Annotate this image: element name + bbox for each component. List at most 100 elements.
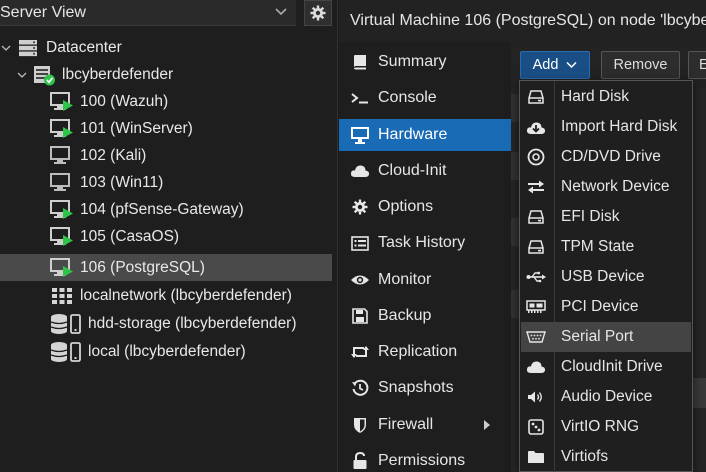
nav-item-label: Cloud-Init	[378, 162, 447, 179]
menu-item-label: TPM State	[561, 238, 635, 255]
pci-card-icon	[521, 297, 551, 317]
nav-item-label: Monitor	[378, 271, 432, 288]
nav-item-label: Hardware	[378, 126, 448, 143]
gear-icon	[310, 5, 326, 21]
menu-item-hard-disk[interactable]: Hard Disk	[521, 82, 691, 112]
add-button-label: Add	[532, 57, 559, 73]
menu-item-cloudinit-drive[interactable]: CloudInit Drive	[521, 352, 691, 382]
terminal-icon	[349, 89, 371, 107]
tree-item-vm-106[interactable]: 106 (PostgreSQL)	[0, 254, 332, 281]
tree-item-label: local (lbcyberdefender)	[88, 342, 246, 360]
menu-item-audio-device[interactable]: Audio Device	[521, 382, 691, 412]
nav-item-replication[interactable]: Replication	[339, 336, 511, 368]
nav-item-label: Summary	[378, 53, 447, 70]
add-hardware-menu: Hard Disk Import Hard Disk CD/DVD Drive …	[519, 80, 693, 472]
tree-item-label: 106 (PostgreSQL)	[80, 258, 205, 276]
menu-item-label: EFI Disk	[561, 208, 620, 225]
storage-icon	[50, 341, 82, 362]
menu-item-efi-disk[interactable]: EFI Disk	[521, 202, 691, 232]
menu-item-virtiofs[interactable]: Virtiofs	[521, 442, 691, 472]
exchange-icon	[521, 177, 551, 197]
page-title-bar: Virtual Machine 106 (PostgreSQL) on node…	[339, 0, 706, 42]
tree-item-label: localnetwork (lbcyberdefender)	[80, 286, 292, 304]
edit-button[interactable]: E	[688, 51, 706, 79]
tree-item-vm-102[interactable]: 102 (Kali)	[0, 142, 332, 169]
menu-item-serial-port[interactable]: Serial Port	[521, 322, 691, 352]
menu-item-label: PCI Device	[561, 298, 639, 315]
menu-item-label: Serial Port	[561, 328, 634, 345]
datacenter-icon	[16, 38, 40, 58]
network-icon	[50, 286, 74, 306]
vm-running-icon	[50, 91, 74, 112]
tree-item-localnetwork[interactable]: localnetwork (lbcyberdefender)	[0, 282, 332, 309]
nav-item-cloud-init[interactable]: Cloud-Init	[339, 155, 511, 187]
tree-item-vm-101[interactable]: 101 (WinServer)	[0, 115, 332, 142]
gear-icon	[349, 198, 371, 216]
cloud-icon	[349, 162, 371, 180]
chevron-down-icon	[275, 8, 287, 16]
nav-item-label: Permissions	[378, 452, 466, 469]
collapse-chevron-icon[interactable]	[0, 42, 12, 54]
resource-tree-panel: Server View Datacenter lbcyberdefender 1…	[0, 0, 338, 472]
tree-item-node[interactable]: lbcyberdefender	[0, 61, 332, 88]
tree-item-vm-100[interactable]: 100 (Wazuh)	[0, 88, 332, 115]
tree-item-label: hdd-storage (lbcyberdefender)	[88, 314, 297, 332]
remove-button[interactable]: Remove	[601, 51, 680, 79]
tree-item-vm-103[interactable]: 103 (Win11)	[0, 169, 332, 196]
cloud-icon	[521, 357, 551, 377]
tree-item-label: 100 (Wazuh)	[80, 92, 169, 110]
nav-item-hardware[interactable]: Hardware	[339, 119, 511, 151]
nav-item-console[interactable]: Console	[339, 82, 511, 114]
vm-running-icon	[50, 257, 74, 278]
nav-item-label: Backup	[378, 307, 432, 324]
vm-nav-menu: Summary Console Hardware Cloud-Init Opti…	[339, 42, 511, 472]
view-selector[interactable]: Server View	[0, 0, 296, 26]
tree-item-local-storage[interactable]: local (lbcyberdefender)	[0, 338, 332, 365]
nav-item-task-history[interactable]: Task History	[339, 227, 511, 259]
remove-button-label: Remove	[613, 57, 668, 73]
tree-item-datacenter[interactable]: Datacenter	[0, 34, 332, 61]
hdd-icon	[521, 237, 551, 257]
chevron-down-icon	[566, 61, 577, 69]
add-button[interactable]: Add	[520, 51, 590, 79]
tree-item-vm-104[interactable]: 104 (pfSense-Gateway)	[0, 196, 332, 223]
menu-item-network-device[interactable]: Network Device	[521, 172, 691, 202]
unlock-icon	[349, 452, 371, 470]
vm-stopped-icon	[50, 172, 74, 193]
menu-item-import-hard-disk[interactable]: Import Hard Disk	[521, 112, 691, 142]
nav-item-label: Options	[378, 198, 434, 215]
history-icon	[349, 379, 371, 397]
tree-item-label: 103 (Win11)	[80, 173, 164, 191]
menu-item-pci-device[interactable]: PCI Device	[521, 292, 691, 322]
menu-item-label: Import Hard Disk	[561, 118, 678, 135]
nav-item-monitor[interactable]: Monitor	[339, 264, 511, 296]
nav-item-snapshots[interactable]: Snapshots	[339, 372, 511, 404]
tree-item-hdd-storage[interactable]: hdd-storage (lbcyberdefender)	[0, 310, 332, 337]
tree-item-label: lbcyberdefender	[62, 65, 174, 83]
vm-running-icon	[50, 118, 74, 139]
retweet-icon	[349, 343, 371, 361]
nav-item-summary[interactable]: Summary	[339, 46, 511, 78]
tree-item-label: 104 (pfSense-Gateway)	[80, 200, 244, 218]
menu-item-virtio-rng[interactable]: VirtIO RNG	[521, 412, 691, 442]
monitor-icon	[349, 126, 371, 144]
menu-item-label: Network Device	[561, 178, 670, 195]
node-icon	[32, 65, 56, 85]
settings-gear-button[interactable]	[304, 0, 332, 26]
menu-item-label: CD/DVD Drive	[561, 148, 661, 165]
tree-item-vm-105[interactable]: 105 (CasaOS)	[0, 223, 332, 250]
nav-item-backup[interactable]: Backup	[339, 300, 511, 332]
menu-item-usb-device[interactable]: USB Device	[521, 262, 691, 292]
nav-item-firewall[interactable]: Firewall	[339, 409, 511, 441]
collapse-chevron-icon[interactable]	[16, 69, 28, 81]
menu-item-cd-dvd-drive[interactable]: CD/DVD Drive	[521, 142, 691, 172]
serial-port-icon	[521, 327, 551, 347]
menu-item-label: Audio Device	[561, 388, 653, 405]
page-title: Virtual Machine 106 (PostgreSQL) on node…	[350, 12, 706, 29]
nav-item-permissions[interactable]: Permissions	[339, 445, 511, 472]
nav-item-label: Snapshots	[378, 379, 454, 396]
book-icon	[349, 53, 371, 71]
menu-item-tpm-state[interactable]: TPM State	[521, 232, 691, 262]
nav-item-options[interactable]: Options	[339, 191, 511, 223]
hdd-icon	[521, 87, 551, 107]
